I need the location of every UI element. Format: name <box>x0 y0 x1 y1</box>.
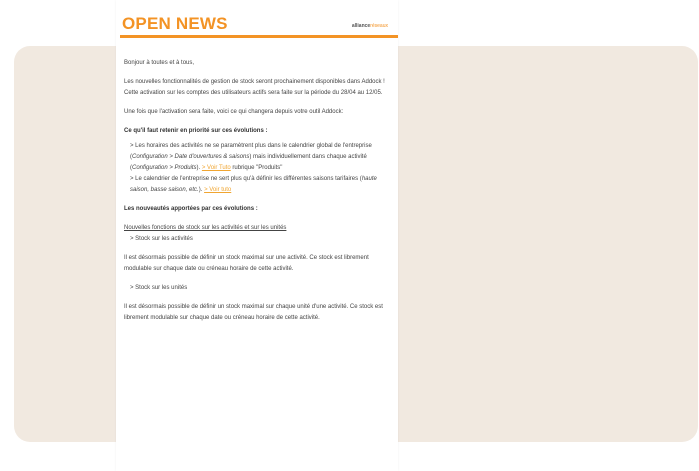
intro-paragraph-2: Cette activation sur les comptes des uti… <box>124 90 383 96</box>
stock-units-text: Il est désormais possible de définir un … <box>124 304 383 321</box>
priority-item-2: > Le calendrier de l'entreprise ne sert … <box>130 176 377 193</box>
brand-name: alliance <box>351 23 371 29</box>
tutorial-link-products[interactable]: > Voir Tuto <box>202 165 231 171</box>
news-heading: Les nouveautés apportées par ces évoluti… <box>124 206 258 212</box>
newsletter-title: OPEN NEWS <box>122 14 228 33</box>
priority-item-1: > Les horaires des activités ne se param… <box>130 143 372 171</box>
tutorial-link-seasons[interactable]: > Voir tuto <box>204 187 231 193</box>
priority-heading: Ce qu'il faut retenir en priorité sur ce… <box>124 128 268 134</box>
news-subheading: Nouvelles fonctions de stock sur les act… <box>124 225 287 231</box>
stock-activities-text: Il est désormais possible de définir un … <box>124 255 369 272</box>
newsletter-header: OPEN NEWS allianceréseaux <box>116 14 398 42</box>
newsletter-body: Bonjour à toutes et à tous, Les nouvelle… <box>124 58 390 332</box>
stock-units-label: > Stock sur les unités <box>130 285 188 291</box>
brand-logo: allianceréseaux <box>352 23 388 29</box>
newsletter-document: OPEN NEWS allianceréseaux Bonjour à tout… <box>116 0 398 471</box>
stock-activities-label: > Stock sur les activités <box>130 236 193 242</box>
brand-suffix: réseaux <box>370 23 388 29</box>
intro-paragraph-1: Les nouvelles fonctionnalités de gestion… <box>124 79 385 85</box>
header-divider <box>120 35 398 38</box>
intro-paragraph-3: Une fois que l'activation sera faite, vo… <box>124 109 344 115</box>
greeting: Bonjour à toutes et à tous, <box>124 60 195 66</box>
